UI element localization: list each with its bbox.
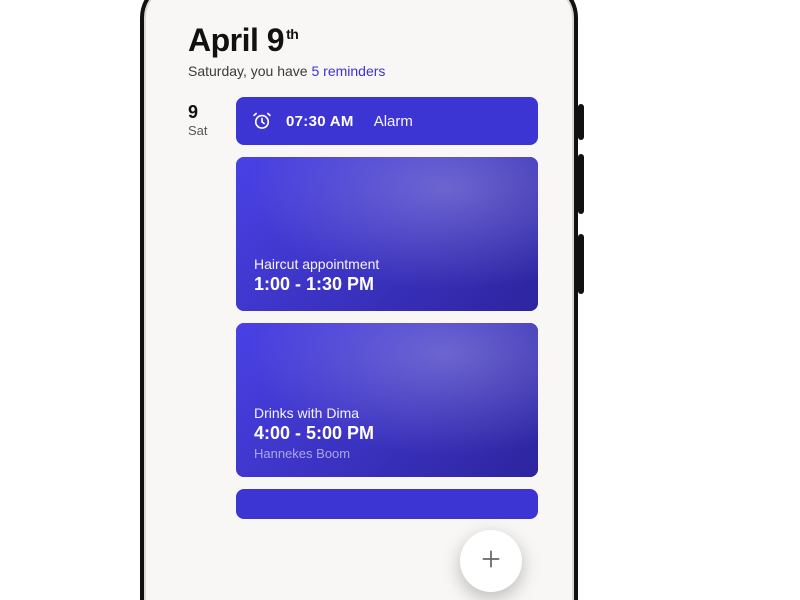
event-location: Hannekes Boom [254,446,520,461]
alarm-clock-icon [252,111,272,131]
side-button [578,104,584,140]
day-body: 9 Sat 07:30 AM Alarm [162,89,556,519]
date-month-day: April 9 [188,22,284,58]
reminders-link[interactable]: 5 reminders [311,63,385,79]
phone-frame: April 9th Saturday, you have 5 reminders… [140,0,578,600]
day-number: 9 [188,103,208,121]
subtitle: Saturday, you have 5 reminders [188,63,530,79]
add-button[interactable] [460,530,522,592]
event-card[interactable] [236,489,538,519]
day-abbr: Sat [188,123,208,138]
screen: April 9th Saturday, you have 5 reminders… [162,2,556,600]
subtitle-prefix: Saturday, you have [188,63,311,79]
event-time-range: 4:00 - 5:00 PM [254,423,520,444]
alarm-time: 07:30 AM [286,113,354,130]
event-title: Drinks with Dima [254,405,520,421]
event-card[interactable]: Drinks with Dima 4:00 - 5:00 PM Hannekes… [236,323,538,477]
page-title: April 9th [188,22,530,59]
date-ordinal: th [286,26,298,42]
alarm-label: Alarm [374,113,413,130]
day-column: 9 Sat [188,103,208,138]
plus-icon [478,546,504,577]
alarm-card[interactable]: 07:30 AM Alarm [236,97,538,145]
side-button [578,234,584,294]
header: April 9th Saturday, you have 5 reminders [162,2,556,89]
event-card[interactable]: Haircut appointment 1:00 - 1:30 PM [236,157,538,311]
event-time-range: 1:00 - 1:30 PM [254,274,520,295]
side-button [578,154,584,214]
event-title: Haircut appointment [254,256,520,272]
